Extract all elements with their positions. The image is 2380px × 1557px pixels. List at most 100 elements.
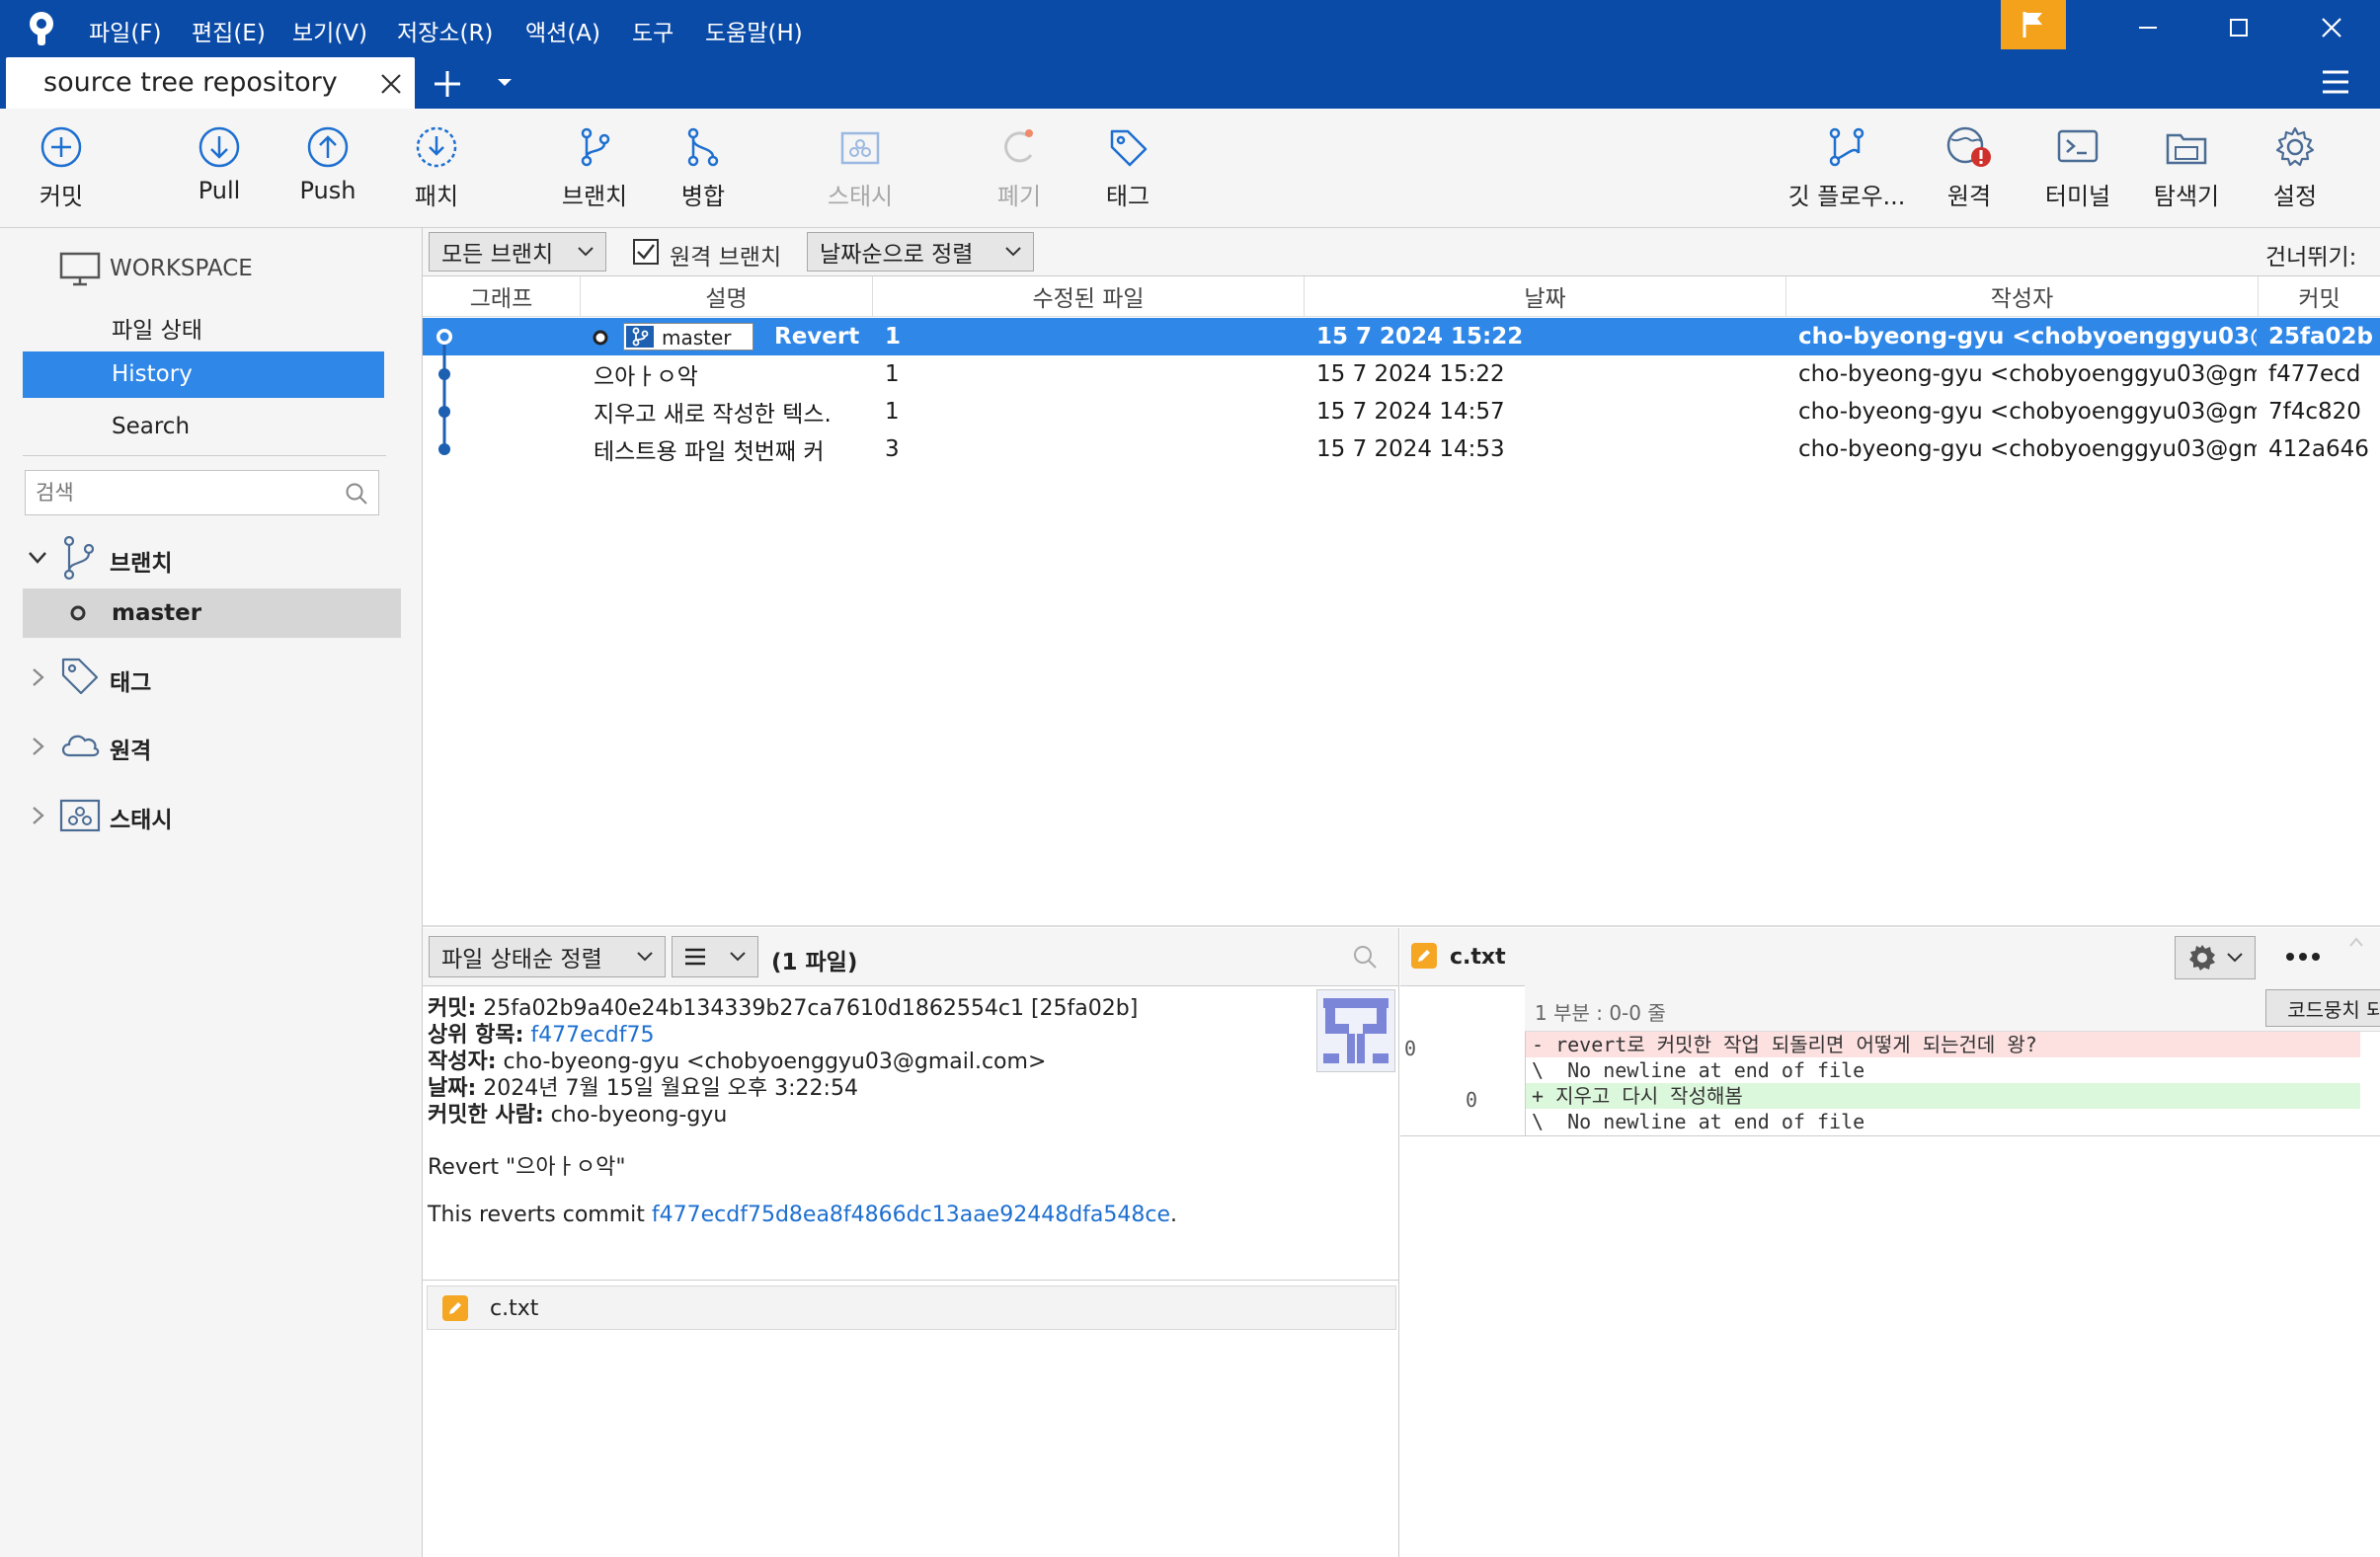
current-branch-circle-icon — [70, 605, 86, 621]
diff-options-dropdown[interactable] — [2175, 936, 2256, 979]
feedback-flag-button[interactable] — [2001, 0, 2066, 49]
sidebar-tags-heading[interactable]: 태그 — [110, 663, 151, 697]
commit-row[interactable]: 으아ㅏㅇ악 1 15 7 2024 15:22 cho-byeong-gyu <… — [423, 355, 2380, 393]
minimize-button[interactable] — [2103, 0, 2192, 54]
sidebar-branch-master[interactable]: master — [23, 588, 401, 638]
menu-tools[interactable]: 도구 — [632, 14, 674, 47]
column-graph[interactable]: 그래프 — [423, 276, 581, 316]
maximize-button[interactable] — [2194, 0, 2283, 54]
title-bar: 파일(F) 편집(E) 보기(V) 저장소(R) 액션(A) 도구 도움말(H)… — [0, 0, 2380, 109]
sidebar-remotes-heading[interactable]: 원격 — [110, 732, 151, 765]
minimize-icon — [2139, 26, 2157, 29]
diff-line-deleted: - revert로 커밋한 작업 되돌리면 어떻게 되는건데 왕? — [1526, 1032, 2360, 1057]
modified-file-icon — [442, 1295, 468, 1321]
hunk-header-text: 1 부분 : 0-0 줄 — [1535, 1001, 1666, 1025]
settings-gear-icon — [2275, 126, 2315, 167]
changed-file-row[interactable]: c.txt — [427, 1285, 1396, 1330]
sidebar-item-search[interactable]: Search — [112, 414, 190, 439]
commit-message-title: Revert "으아ㅏㅇ악" — [428, 1155, 626, 1180]
more-options-icon[interactable] — [2285, 952, 2321, 962]
sidebar-divider — [23, 455, 386, 456]
hamburger-menu-icon[interactable] — [2321, 69, 2350, 95]
merge-icon — [687, 127, 719, 167]
commit-message-body: This reverts commit f477ecdf75d8ea8f4866… — [428, 1203, 1178, 1227]
sidebar-branches-heading[interactable]: 브랜치 — [110, 544, 172, 578]
remote-button[interactable]: 원격 — [1928, 109, 2011, 227]
explorer-folder-icon — [2166, 133, 2207, 165]
column-commit[interactable]: 커밋 — [2259, 276, 2380, 316]
new-line-number: 0 — [1466, 1088, 1478, 1112]
list-view-icon — [685, 948, 705, 966]
tag-icon — [61, 658, 99, 695]
menu-repository[interactable]: 저장소(R) — [397, 14, 493, 47]
push-arrow-up-icon — [307, 126, 349, 168]
column-changed-files[interactable]: 수정된 파일 — [873, 276, 1305, 316]
pull-arrow-down-icon — [198, 126, 240, 168]
workspace-heading: WORKSPACE — [110, 256, 253, 281]
commit-hash: 7f4c820 — [2268, 399, 2361, 425]
settings-button[interactable]: 설정 — [2254, 109, 2337, 227]
menu-edit[interactable]: 편집(E) — [192, 14, 266, 47]
view-mode-dropdown[interactable] — [672, 936, 758, 977]
scroll-up-arrow-icon[interactable] — [2348, 936, 2364, 948]
reverted-commit-link[interactable]: f477ecdf75d8ea8f4866dc13aae92448dfa548ce — [652, 1203, 1170, 1227]
column-description[interactable]: 설명 — [581, 276, 873, 316]
expand-chevron-right-icon[interactable] — [32, 806, 45, 825]
sort-order-dropdown[interactable]: 날짜순으로 정렬 — [807, 232, 1034, 272]
pull-button[interactable]: Pull — [178, 109, 261, 227]
diff-line-added: + 지우고 다시 작성해봄 — [1526, 1083, 2360, 1109]
pane-splitter[interactable] — [423, 925, 2380, 927]
branch-filter-dropdown[interactable]: 모든 브랜치 — [429, 232, 606, 272]
explorer-button[interactable]: 탐색기 — [2145, 109, 2228, 227]
menu-file[interactable]: 파일(F) — [89, 14, 162, 47]
sidebar-stashes-heading[interactable]: 스태시 — [110, 801, 172, 834]
patch-button[interactable]: 패치 — [395, 109, 478, 227]
details-divider — [423, 1280, 1398, 1281]
close-window-button[interactable] — [2287, 0, 2376, 54]
menu-help[interactable]: 도움말(H) — [705, 14, 803, 47]
merge-button[interactable]: 병합 — [662, 109, 745, 227]
menu-actions[interactable]: 액션(A) — [525, 14, 600, 47]
commit-button[interactable]: 커밋 — [20, 109, 103, 227]
terminal-button[interactable]: 터미널 — [2036, 109, 2119, 227]
file-sort-dropdown[interactable]: 파일 상태순 정렬 — [429, 936, 666, 977]
git-flow-button[interactable]: 깃 플로우... — [1778, 109, 1916, 227]
chevron-down-icon — [637, 952, 653, 962]
expand-chevron-down-icon[interactable] — [28, 551, 47, 565]
discard-button[interactable]: 폐기 — [978, 109, 1061, 227]
expand-chevron-right-icon[interactable] — [32, 737, 45, 756]
push-button[interactable]: Push — [286, 109, 369, 227]
search-icon[interactable] — [1351, 943, 1379, 971]
new-tab-icon[interactable] — [433, 69, 462, 99]
column-date[interactable]: 날짜 — [1305, 276, 1786, 316]
remote-branches-checkbox[interactable] — [632, 238, 660, 266]
commit-row[interactable]: 지우고 새로 작성한 텍스. 1 15 7 2024 14:57 cho-bye… — [423, 393, 2380, 430]
commit-row[interactable]: 테스트용 파일 첫번째 커 3 15 7 2024 14:53 cho-byeo… — [423, 430, 2380, 468]
tab-list-chevron-icon[interactable] — [496, 77, 514, 89]
sidebar-item-history[interactable]: History — [23, 351, 384, 398]
head-marker-circle-icon — [593, 330, 608, 346]
sidebar-search-input[interactable] — [34, 477, 334, 508]
branch-button[interactable]: 브랜치 — [553, 109, 636, 227]
expand-chevron-right-icon[interactable] — [32, 667, 45, 687]
sidebar-item-file-status[interactable]: 파일 상태 — [112, 311, 202, 345]
diff-line-no-newline: \ No newline at end of file — [1532, 1110, 1865, 1133]
stash-button[interactable]: 스태시 — [816, 109, 905, 227]
branch-icon — [63, 535, 95, 581]
sidebar-search-box[interactable] — [25, 470, 379, 515]
close-icon — [2322, 17, 2341, 38]
repo-tab[interactable]: source tree repository — [6, 57, 415, 109]
commit-row[interactable]: master Revert " 1 15 7 2024 15:22 cho-by… — [423, 318, 2380, 355]
chevron-down-icon — [1005, 247, 1021, 257]
modified-file-icon — [1411, 943, 1437, 969]
column-author[interactable]: 작성자 — [1786, 276, 2259, 316]
commit-author: cho-byeong-gyu <chobyoenggyu03@gm — [1798, 399, 2257, 425]
close-tab-icon[interactable] — [379, 72, 403, 96]
workspace-monitor-icon — [59, 252, 101, 286]
tag-button[interactable]: 태그 — [1086, 109, 1169, 227]
patch-icon — [416, 126, 457, 168]
branch-label-badge[interactable]: master — [623, 323, 754, 350]
menu-view[interactable]: 보기(V) — [292, 14, 367, 47]
history-column-headers: 그래프 설명 수정된 파일 날짜 작성자 커밋 — [423, 276, 2380, 317]
discard-hunk-button[interactable]: 코드뭉치 되돌리기 — [2265, 989, 2380, 1027]
